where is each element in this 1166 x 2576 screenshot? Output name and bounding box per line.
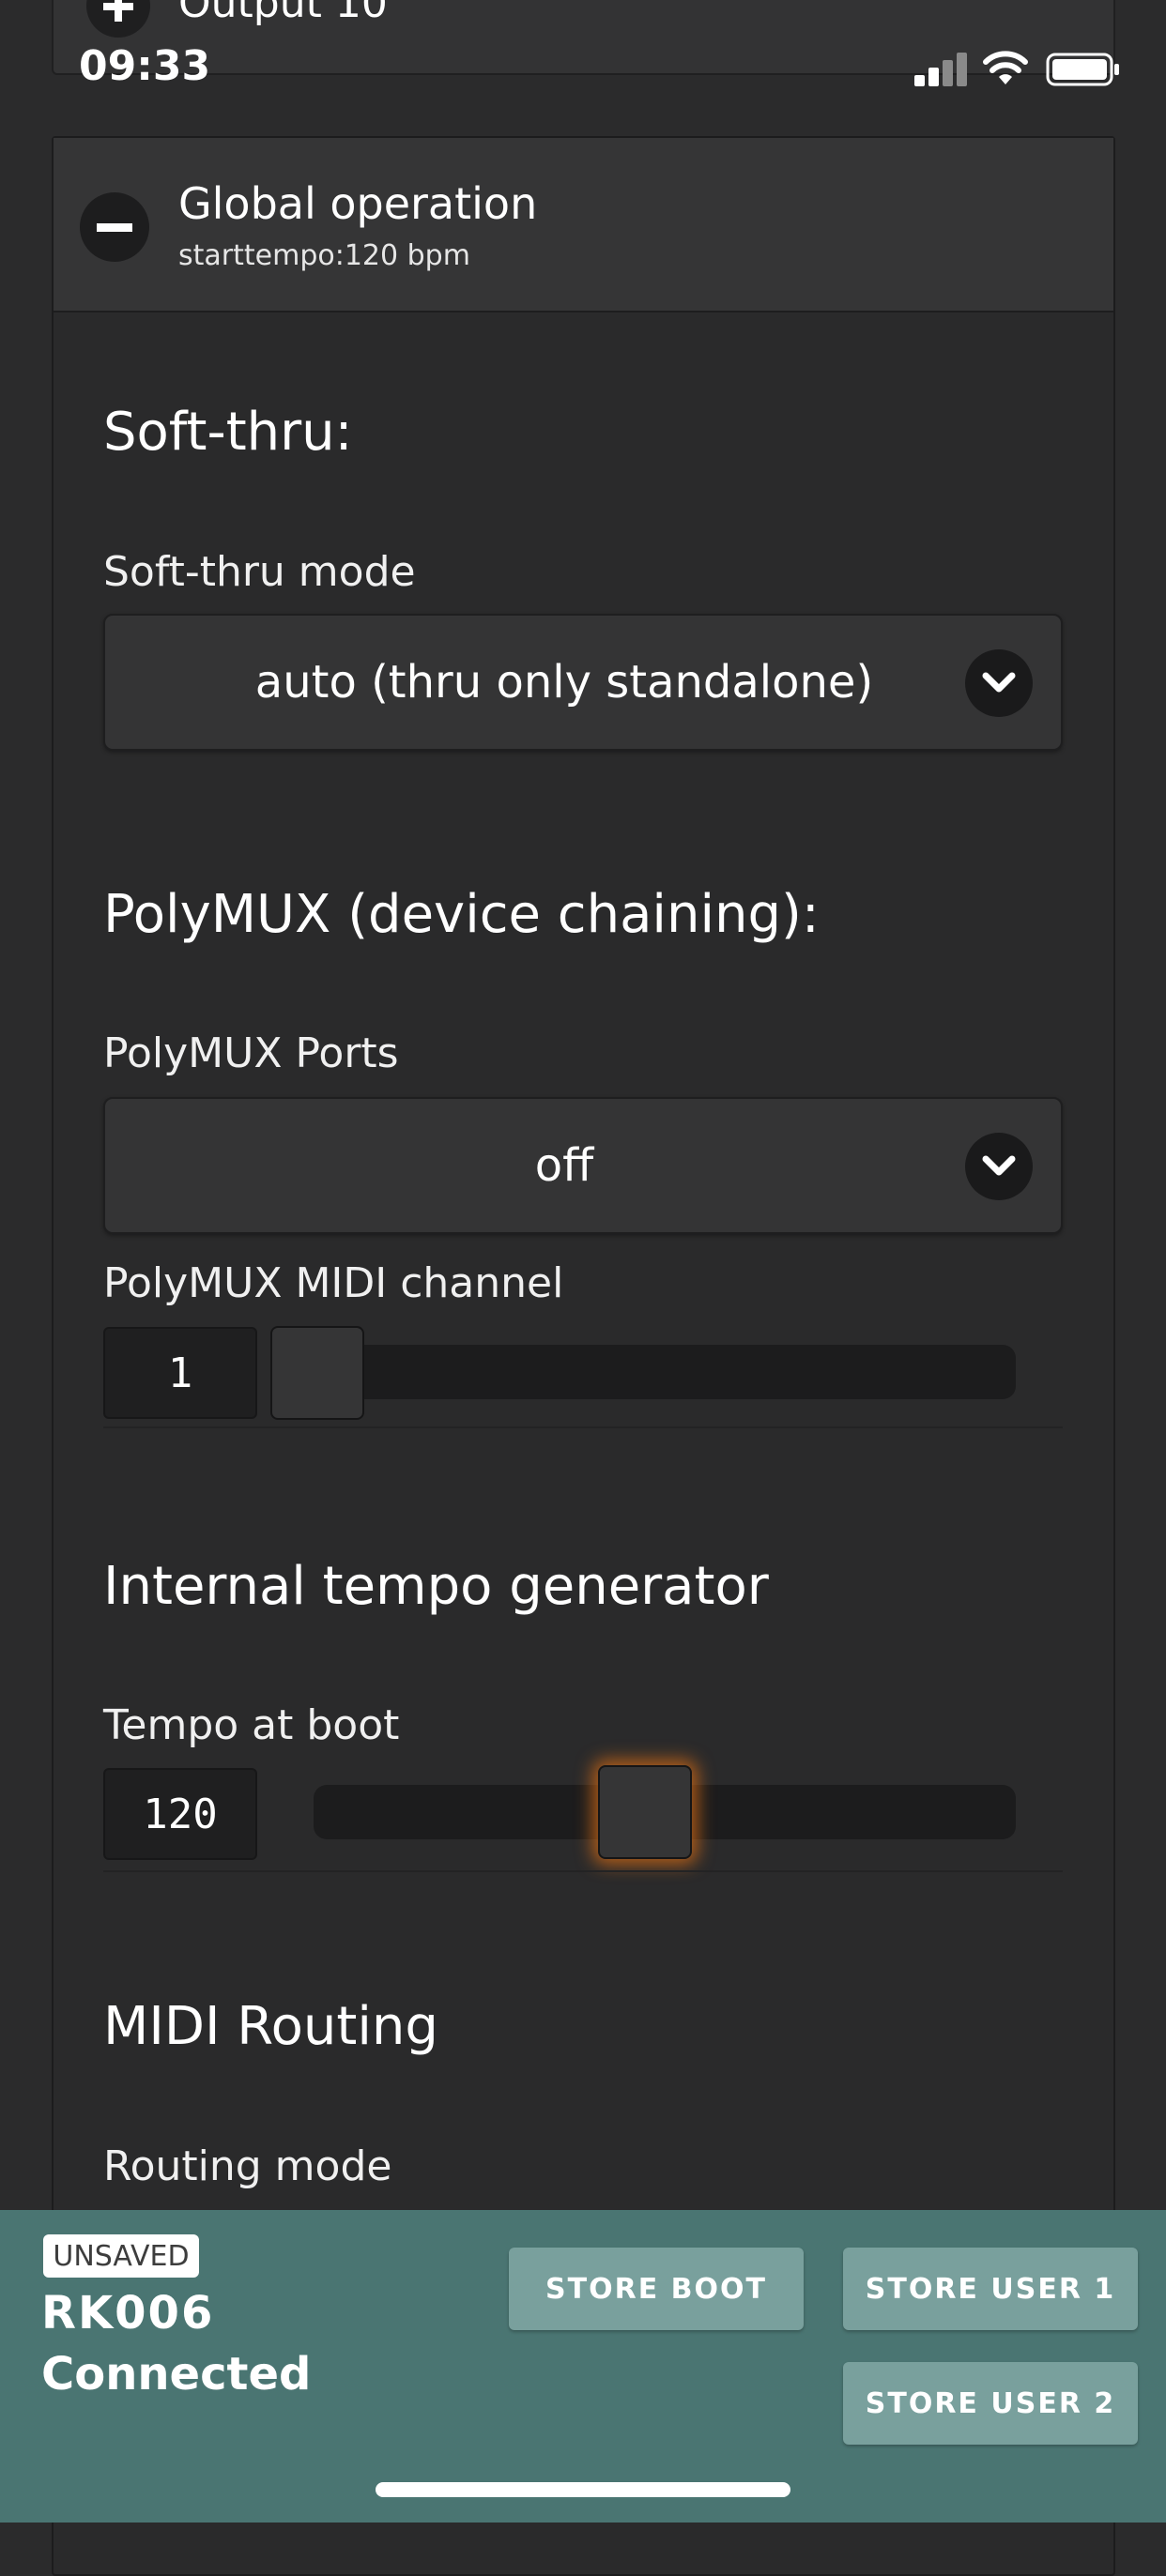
tempo-at-boot-input[interactable]: 120 <box>103 1768 257 1860</box>
tempo-heading: Internal tempo generator <box>103 1556 769 1617</box>
previous-section-title: Output 10 <box>178 0 388 27</box>
polymux-ports-label: PolyMUX Ports <box>103 1029 399 1077</box>
store-boot-button[interactable]: STORE BOOT <box>509 2248 804 2330</box>
divider <box>103 1870 1063 1872</box>
routing-mode-label: Routing mode <box>103 2142 392 2190</box>
soft-thru-heading: Soft-thru: <box>103 402 353 463</box>
signal-icon <box>914 51 969 86</box>
store-user-2-button[interactable]: STORE USER 2 <box>843 2362 1138 2445</box>
midi-routing-heading: MIDI Routing <box>103 1996 438 2057</box>
chevron-down-icon <box>965 1133 1033 1200</box>
soft-thru-mode-value: auto (thru only standalone) <box>254 656 874 709</box>
battery-icon <box>1046 53 1121 86</box>
tempo-slider-thumb[interactable] <box>597 1765 692 1859</box>
polymux-channel-input[interactable]: 1 <box>103 1327 257 1419</box>
soft-thru-mode-label: Soft-thru mode <box>103 548 416 596</box>
wifi-icon <box>982 49 1029 86</box>
store-user-1-button[interactable]: STORE USER 1 <box>843 2248 1138 2330</box>
polymux-channel-label: PolyMUX MIDI channel <box>103 1259 564 1307</box>
polymux-ports-value: off <box>534 1139 594 1192</box>
polymux-channel-slider-track[interactable] <box>272 1345 1016 1399</box>
tempo-at-boot-label: Tempo at boot <box>103 1701 400 1749</box>
divider <box>103 1426 1063 1428</box>
device-name: RK006 <box>41 2287 215 2340</box>
soft-thru-mode-select[interactable]: auto (thru only standalone) <box>103 614 1063 751</box>
polymux-channel-slider-thumb[interactable] <box>270 1326 364 1420</box>
unsaved-badge: UNSAVED <box>43 2234 199 2278</box>
section-title: Global operation <box>178 178 538 229</box>
polymux-ports-select[interactable]: off <box>103 1097 1063 1234</box>
collapse-icon[interactable] <box>80 192 149 262</box>
polymux-heading: PolyMUX (device chaining): <box>103 884 820 945</box>
connection-status: Connected <box>41 2348 312 2401</box>
home-indicator <box>376 2482 790 2497</box>
section-subtitle: starttempo:120 bpm <box>178 239 470 272</box>
status-time: 09:33 <box>79 42 211 90</box>
chevron-down-icon <box>965 649 1033 717</box>
